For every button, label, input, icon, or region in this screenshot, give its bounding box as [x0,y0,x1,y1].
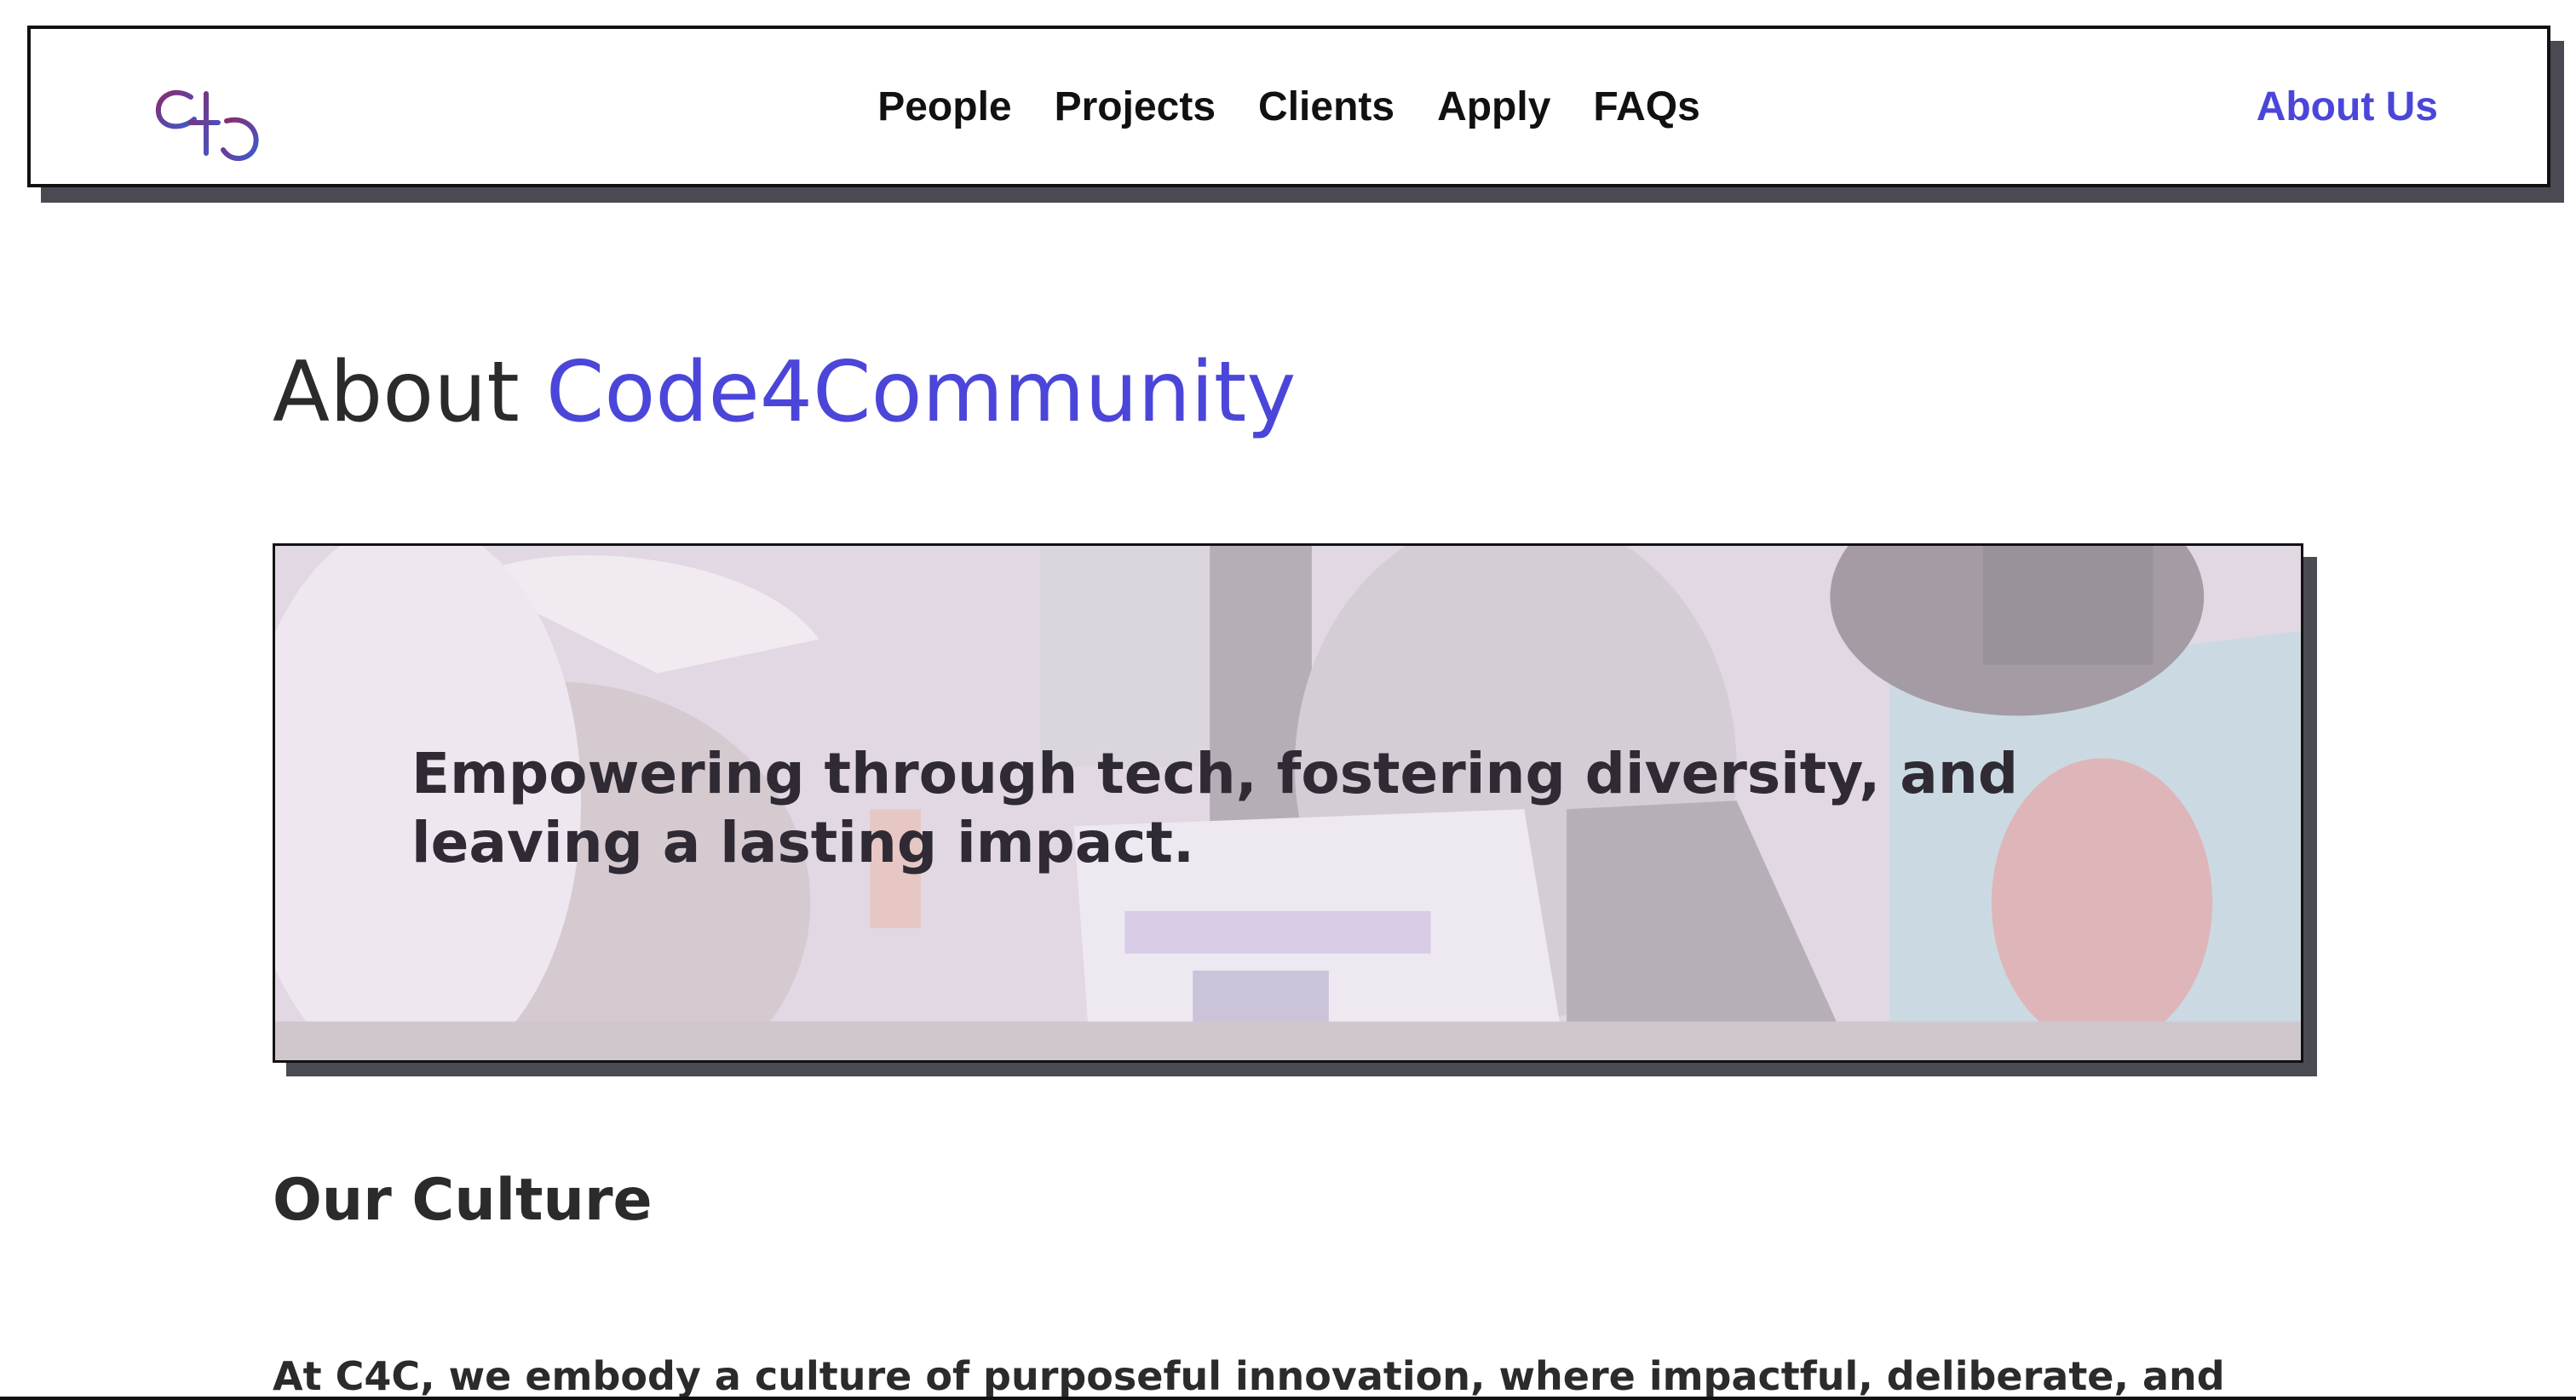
nav-link-about-us[interactable]: About Us [2257,29,2438,184]
page-title: About Code4Community [273,347,1296,439]
page-title-prefix: About [273,344,520,441]
nav-link-apply[interactable]: Apply [1437,83,1550,130]
window-bottom-edge [0,1397,2576,1400]
nav-link-people[interactable]: People [877,83,1011,130]
hero-tagline: Empowering through tech, fostering diver… [411,741,2019,875]
nav-links: People Projects Clients Apply FAQs [31,29,2547,184]
nav-link-faqs[interactable]: FAQs [1593,83,1699,130]
about-page: People Projects Clients Apply FAQs About… [0,0,2576,1400]
nav-link-projects[interactable]: Projects [1055,83,1216,130]
navbar: People Projects Clients Apply FAQs About… [27,26,2550,187]
hero-banner: Empowering through tech, fostering diver… [273,543,2303,1063]
page-title-accent: Code4Community [545,344,1297,441]
culture-heading: Our Culture [273,1167,653,1234]
nav-link-clients[interactable]: Clients [1258,83,1394,130]
culture-paragraph: At C4C, we embody a culture of purposefu… [273,1353,2225,1399]
